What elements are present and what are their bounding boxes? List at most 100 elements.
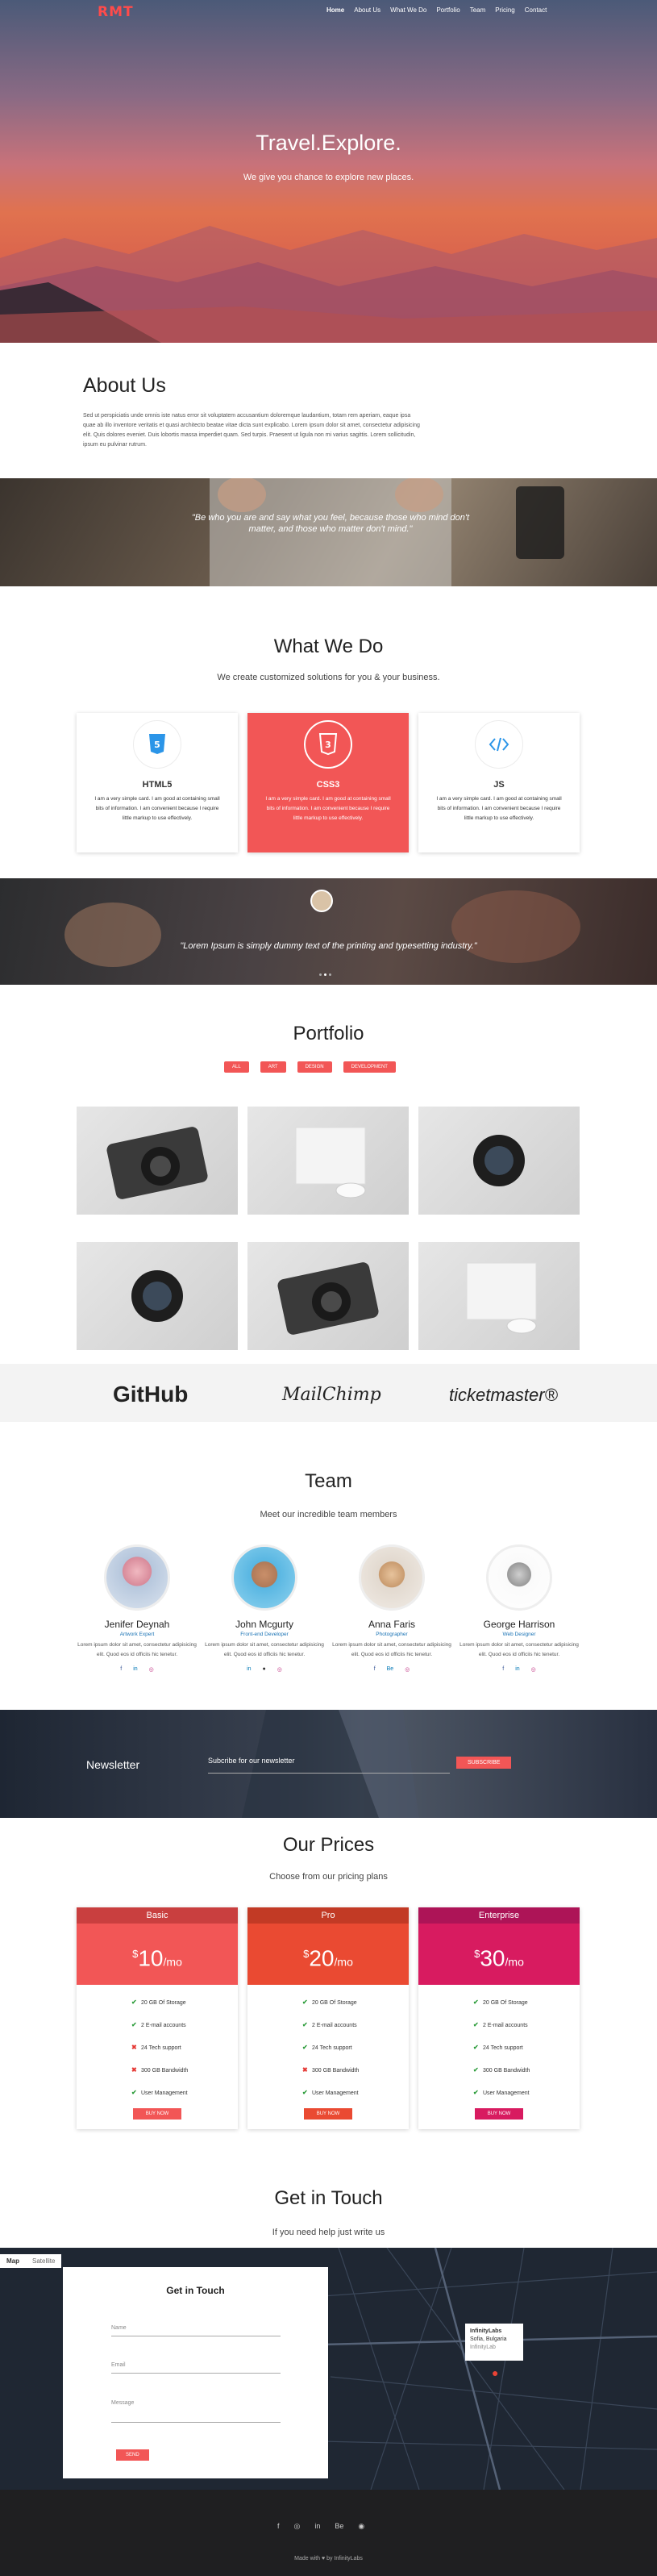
buy-now-button[interactable]: BUY NOW — [475, 2108, 523, 2120]
linkedin-icon[interactable]: in — [515, 1666, 519, 1673]
feature-label: 24 Tech support — [312, 2045, 352, 2051]
newsletter-title: Newsletter — [86, 1758, 140, 1771]
plan-feature: ✔ 2 E-mail accounts — [302, 2014, 409, 2036]
feature-label: 20 GB Of Storage — [141, 2000, 186, 2006]
linkedin-icon[interactable]: in — [133, 1666, 137, 1673]
newsletter-section: Newsletter Subcribe for our newsletter S… — [0, 1710, 657, 1818]
satellite-tab[interactable]: Satellite — [26, 2254, 61, 2268]
instagram-icon[interactable]: ◎ — [405, 1666, 410, 1673]
github-icon[interactable]: ● — [263, 1666, 266, 1673]
plan-feature: ✖ 300 GB Bandwidth — [131, 2059, 238, 2082]
nav-about[interactable]: About Us — [354, 6, 380, 14]
map-tab[interactable]: Map — [0, 2254, 26, 2268]
price-value: 10 — [138, 1945, 164, 1971]
code-icon — [475, 720, 523, 769]
member-role: Front-end Developer — [240, 1632, 289, 1637]
html5-icon: 5 — [133, 720, 181, 769]
instagram-icon[interactable]: ◎ — [294, 2522, 301, 2531]
avatar — [310, 890, 333, 912]
form-title: Get in Touch — [166, 2285, 225, 2296]
newsletter-input-line — [208, 1773, 450, 1774]
instagram-icon[interactable]: ◎ — [149, 1666, 154, 1673]
portfolio-item-console[interactable] — [418, 1242, 580, 1350]
linkedin-icon[interactable]: in — [247, 1666, 251, 1673]
filter-design-button[interactable]: DESIGN — [297, 1061, 332, 1073]
plan-feature: ✔ 20 GB Of Storage — [302, 1991, 409, 2014]
map-info-window: InfinityLabs Sofia, Bulgaria InfinityLab — [465, 2324, 523, 2361]
plan-feature: ✔ User Management — [473, 2082, 580, 2104]
plan-feature: ✖ 24 Tech support — [131, 2036, 238, 2059]
portfolio-item-camera[interactable] — [247, 1242, 409, 1350]
map[interactable]: Map Satellite InfinityLabs Sofia, Bulgar… — [0, 2248, 657, 2490]
instagram-icon[interactable]: ◎ — [277, 1666, 282, 1673]
contact-subtitle: If you need help just write us — [272, 2228, 385, 2237]
plan-feature: ✔ 24 Tech support — [473, 2036, 580, 2059]
cross-icon: ✖ — [302, 2066, 308, 2074]
hero-subtitle: We give you chance to explore new places… — [243, 173, 414, 182]
member-social: f Be ◎ — [323, 1666, 460, 1673]
filter-development-button[interactable]: DEVELOPMENT — [343, 1061, 396, 1073]
prices-title: Our Prices — [282, 1834, 375, 1856]
plan-feature: ✔ User Management — [302, 2082, 409, 2104]
nav-contact[interactable]: Contact — [525, 6, 547, 14]
feature-label: 20 GB Of Storage — [312, 2000, 357, 2006]
plan-features: ✔ 20 GB Of Storage ✔ 2 E-mail accounts ✔ 24 T… — [418, 1985, 580, 2104]
behance-icon[interactable]: Be — [387, 1666, 394, 1673]
facebook-icon[interactable]: f — [277, 2522, 280, 2531]
team-member-card: Jenifer Deynah Artwork Expert Lorem ipsu… — [69, 1544, 206, 1673]
dribbble-icon[interactable]: ◉ — [358, 2522, 364, 2531]
brands-strip: GitHub MailChimp ticketmaster® — [0, 1364, 657, 1422]
instagram-icon[interactable]: ◎ — [531, 1666, 536, 1673]
feature-label: 20 GB Of Storage — [483, 2000, 528, 2006]
logo[interactable]: RMT — [98, 4, 134, 20]
about-text: Sed ut perspiciatis unde omnis iste natu… — [83, 413, 420, 448]
portfolio-item-camera[interactable] — [77, 1107, 238, 1215]
plan-feature: ✖ 300 GB Bandwidth — [302, 2059, 409, 2082]
buy-now-button[interactable]: BUY NOW — [304, 2108, 352, 2120]
avatar — [486, 1544, 552, 1611]
facebook-icon[interactable]: f — [120, 1666, 122, 1673]
map-pin-icon[interactable]: ● — [492, 2366, 498, 2379]
check-icon: ✔ — [473, 2021, 479, 2028]
pricing-plan-card: Basic $10/mo ✔ 20 GB Of Storage ✔ 2 E-mail ac… — [77, 1907, 238, 2129]
plan-feature: ✔ 24 Tech support — [302, 2036, 409, 2059]
buy-now-button[interactable]: BUY NOW — [133, 2108, 181, 2120]
portfolio-item-console[interactable] — [247, 1107, 409, 1215]
pricing-plan-card: Pro $20/mo ✔ 20 GB Of Storage ✔ 2 E-mail acco… — [247, 1907, 409, 2129]
subscribe-button[interactable]: SUBSCRIBE — [456, 1757, 512, 1769]
filter-art-button[interactable]: ART — [260, 1061, 286, 1073]
nav-portfolio[interactable]: Portfolio — [436, 6, 459, 14]
facebook-icon[interactable]: f — [374, 1666, 376, 1673]
behance-icon[interactable]: Be — [335, 2522, 343, 2531]
info-line: Sofia, Bulgaria — [470, 2336, 507, 2342]
card-text: I am a very simple card. I am good at co… — [436, 796, 562, 821]
portfolio-item-lens[interactable] — [418, 1107, 580, 1215]
nav-team[interactable]: Team — [470, 6, 486, 14]
linkedin-icon[interactable]: in — [314, 2522, 320, 2531]
avatar — [104, 1544, 170, 1611]
main-nav: Home About Us What We Do Portfolio Team … — [326, 6, 547, 14]
member-name: George Harrison — [483, 1619, 555, 1630]
quote-banner: "Be who you are and say what you feel, b… — [0, 478, 657, 586]
send-button[interactable]: SEND — [116, 2449, 149, 2461]
price-period: /mo — [505, 1955, 524, 1969]
plan-features: ✔ 20 GB Of Storage ✔ 2 E-mail accounts ✔ 24 T… — [247, 1985, 409, 2104]
email-field[interactable]: Email — [111, 2362, 281, 2374]
price-period: /mo — [334, 1955, 353, 1969]
facebook-icon[interactable]: f — [502, 1666, 504, 1673]
carousel-dots[interactable] — [319, 973, 331, 976]
nav-pricing[interactable]: Pricing — [495, 6, 514, 14]
filter-all-button[interactable]: ALL — [224, 1061, 249, 1073]
card-title: HTML5 — [142, 780, 173, 790]
plan-price: $10/mo — [77, 1924, 238, 1985]
newsletter-input[interactable]: Subcribe for our newsletter — [208, 1757, 295, 1765]
price-value: 30 — [480, 1945, 505, 1971]
nav-what-we-do[interactable]: What We Do — [390, 6, 426, 14]
portfolio-item-lens[interactable] — [77, 1242, 238, 1350]
footer-social: f ◎ in Be ◉ — [277, 2522, 364, 2531]
card-title: JS — [493, 780, 505, 790]
message-field[interactable]: Message — [111, 2400, 281, 2423]
member-role: Artwork Expert — [119, 1632, 155, 1637]
name-field[interactable]: Name — [111, 2325, 281, 2336]
nav-home[interactable]: Home — [326, 6, 344, 14]
